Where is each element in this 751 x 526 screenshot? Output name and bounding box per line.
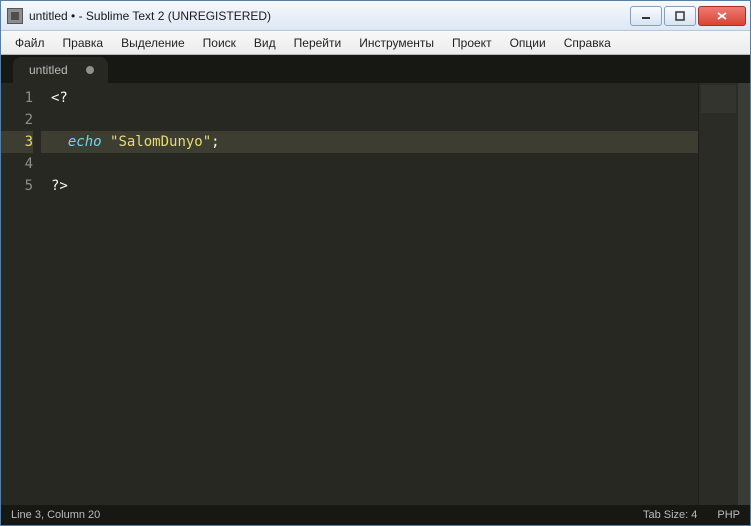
menu-edit[interactable]: Правка — [55, 33, 112, 53]
titlebar[interactable]: untitled • - Sublime Text 2 (UNREGISTERE… — [1, 1, 750, 31]
code-editor[interactable]: <? echo "SalomDunyo"; ?> — [41, 83, 698, 505]
minimize-icon — [641, 11, 651, 21]
menu-tools[interactable]: Инструменты — [351, 33, 442, 53]
minimap[interactable] — [698, 83, 738, 505]
menu-project[interactable]: Проект — [444, 33, 500, 53]
menu-help[interactable]: Справка — [556, 33, 619, 53]
menu-file[interactable]: Файл — [7, 33, 53, 53]
line-number: 5 — [1, 175, 33, 197]
status-position[interactable]: Line 3, Column 20 — [11, 509, 100, 521]
minimap-viewport[interactable] — [701, 85, 736, 113]
maximize-button[interactable] — [664, 6, 696, 26]
token-delim: ; — [211, 134, 219, 150]
menu-selection[interactable]: Выделение — [113, 33, 193, 53]
editor-area: 12345 <? echo "SalomDunyo"; ?> — [1, 83, 750, 505]
code-line[interactable]: echo "SalomDunyo"; — [41, 131, 698, 153]
window-title: untitled • - Sublime Text 2 (UNREGISTERE… — [29, 9, 630, 23]
line-number: 2 — [1, 109, 33, 131]
gutter: 12345 — [1, 83, 41, 505]
statusbar: Line 3, Column 20 Tab Size: 4 PHP — [1, 505, 750, 525]
token-string: "SalomDunyo" — [110, 134, 211, 150]
token-keyword: echo — [68, 134, 102, 150]
maximize-icon — [675, 11, 685, 21]
line-number: 3 — [1, 131, 33, 153]
close-icon — [716, 11, 728, 21]
window-controls — [630, 6, 746, 26]
line-number: 4 — [1, 153, 33, 175]
menu-preferences[interactable]: Опции — [502, 33, 554, 53]
token-delim: ?> — [51, 178, 68, 194]
code-line[interactable] — [41, 109, 698, 131]
token-plain — [102, 134, 110, 150]
code-line[interactable]: ?> — [41, 175, 698, 197]
code-line[interactable]: <? — [41, 87, 698, 109]
tabbar: untitled — [1, 55, 750, 83]
status-tab-size[interactable]: Tab Size: 4 — [643, 509, 697, 521]
close-button[interactable] — [698, 6, 746, 26]
token-delim: <? — [51, 90, 68, 106]
tab-label: untitled — [29, 63, 68, 77]
status-syntax[interactable]: PHP — [717, 509, 740, 521]
menu-view[interactable]: Вид — [246, 33, 284, 53]
dirty-indicator-icon — [86, 66, 94, 74]
menu-find[interactable]: Поиск — [195, 33, 244, 53]
token-plain — [51, 134, 68, 150]
menu-goto[interactable]: Перейти — [286, 33, 350, 53]
app-icon — [7, 8, 23, 24]
app-window: untitled • - Sublime Text 2 (UNREGISTERE… — [0, 0, 751, 526]
code-line[interactable] — [41, 153, 698, 175]
tab-untitled[interactable]: untitled — [13, 57, 108, 83]
minimize-button[interactable] — [630, 6, 662, 26]
line-number: 1 — [1, 87, 33, 109]
menubar: Файл Правка Выделение Поиск Вид Перейти … — [1, 31, 750, 55]
vertical-scrollbar[interactable] — [738, 83, 750, 505]
